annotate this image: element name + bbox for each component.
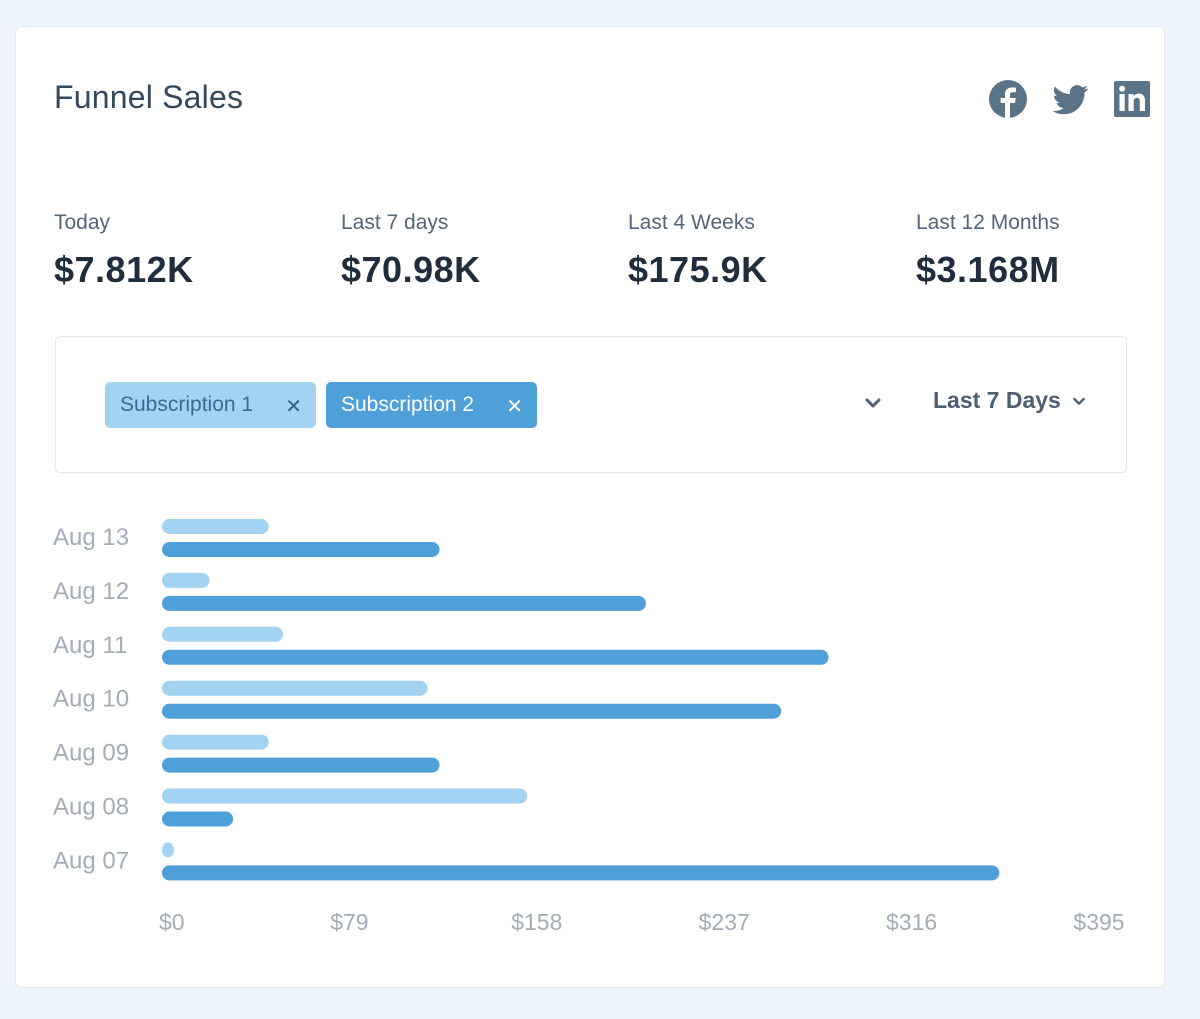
x-tick-label: $79 bbox=[330, 909, 368, 935]
series-filter: Subscription 1 ✕ Subscription 2 ✕ Last 7… bbox=[55, 336, 1127, 473]
x-tick-label: $237 bbox=[699, 909, 750, 935]
category-label: Aug 07 bbox=[53, 847, 129, 874]
category-label: Aug 10 bbox=[53, 686, 129, 713]
stat-today: Today $7.812K bbox=[54, 211, 194, 291]
bar-subscription-1-aug-09[interactable] bbox=[162, 734, 269, 750]
stat-label: Today bbox=[54, 211, 111, 234]
stat-value: $70.98K bbox=[341, 249, 481, 290]
linkedin-icon[interactable] bbox=[1112, 79, 1152, 119]
social-links bbox=[988, 79, 1152, 119]
tag-label: Subscription 1 bbox=[120, 393, 254, 416]
bar-subscription-1-aug-13[interactable] bbox=[162, 519, 269, 534]
card-title: Funnel Sales bbox=[54, 79, 244, 115]
bar-subscription-2-aug-13[interactable] bbox=[162, 542, 440, 557]
category-label: Aug 11 bbox=[53, 632, 127, 659]
x-tick-label: $0 bbox=[159, 909, 185, 935]
stat-last-4-weeks: Last 4 Weeks $175.9K bbox=[628, 211, 768, 291]
date-range-label: Last 7 Days bbox=[933, 387, 1061, 413]
bar-subscription-2-aug-08[interactable] bbox=[162, 811, 234, 827]
bar-subscription-1-aug-08[interactable] bbox=[162, 788, 528, 804]
date-range-dropdown[interactable]: Last 7 Days bbox=[933, 387, 1087, 414]
category-label: Aug 08 bbox=[53, 794, 129, 821]
stat-last-12-months: Last 12 Months $3.168M bbox=[916, 211, 1060, 291]
bar-subscription-1-aug-10[interactable] bbox=[162, 680, 428, 696]
stat-label: Last 12 Months bbox=[916, 211, 1060, 234]
stat-label: Last 7 days bbox=[341, 211, 449, 234]
stat-value: $175.9K bbox=[628, 249, 768, 290]
stats-row: Today $7.812K Last 7 days $70.98K Last 4… bbox=[54, 211, 1200, 311]
tag-subscription-2[interactable]: Subscription 2 ✕ bbox=[326, 382, 537, 428]
stat-value: $7.812K bbox=[54, 249, 194, 290]
tag-subscription-1[interactable]: Subscription 1 ✕ bbox=[105, 382, 316, 428]
bar-subscription-1-aug-07[interactable] bbox=[162, 842, 174, 858]
bar-subscription-2-aug-10[interactable] bbox=[162, 703, 782, 719]
stat-label: Last 4 Weeks bbox=[628, 211, 755, 234]
stat-value: $3.168M bbox=[916, 249, 1060, 290]
chevron-down-icon[interactable] bbox=[861, 391, 885, 415]
close-icon[interactable]: ✕ bbox=[506, 394, 523, 419]
bar-subscription-2-aug-09[interactable] bbox=[162, 757, 440, 773]
funnel-sales-card: Funnel Sales Today $7.812K Last 7 days $… bbox=[15, 26, 1165, 988]
x-tick-label: $395 bbox=[1073, 909, 1124, 935]
bar-subscription-1-aug-12[interactable] bbox=[162, 572, 210, 588]
category-label: Aug 13 bbox=[53, 524, 129, 551]
category-label: Aug 12 bbox=[53, 578, 129, 605]
stat-last-7-days: Last 7 days $70.98K bbox=[341, 211, 481, 291]
chevron-down-icon bbox=[1073, 397, 1085, 405]
twitter-icon[interactable] bbox=[1050, 79, 1090, 119]
x-tick-label: $316 bbox=[886, 909, 937, 935]
facebook-icon[interactable] bbox=[988, 79, 1028, 119]
tag-label: Subscription 2 bbox=[341, 393, 475, 416]
bar-subscription-2-aug-12[interactable] bbox=[162, 595, 646, 611]
bar-subscription-2-aug-11[interactable] bbox=[162, 649, 829, 665]
x-tick-label: $158 bbox=[511, 909, 562, 935]
close-icon[interactable]: ✕ bbox=[285, 394, 302, 419]
bar-subscription-2-aug-07[interactable] bbox=[162, 865, 1000, 881]
bar-subscription-1-aug-11[interactable] bbox=[162, 626, 283, 642]
category-label: Aug 09 bbox=[53, 740, 129, 767]
